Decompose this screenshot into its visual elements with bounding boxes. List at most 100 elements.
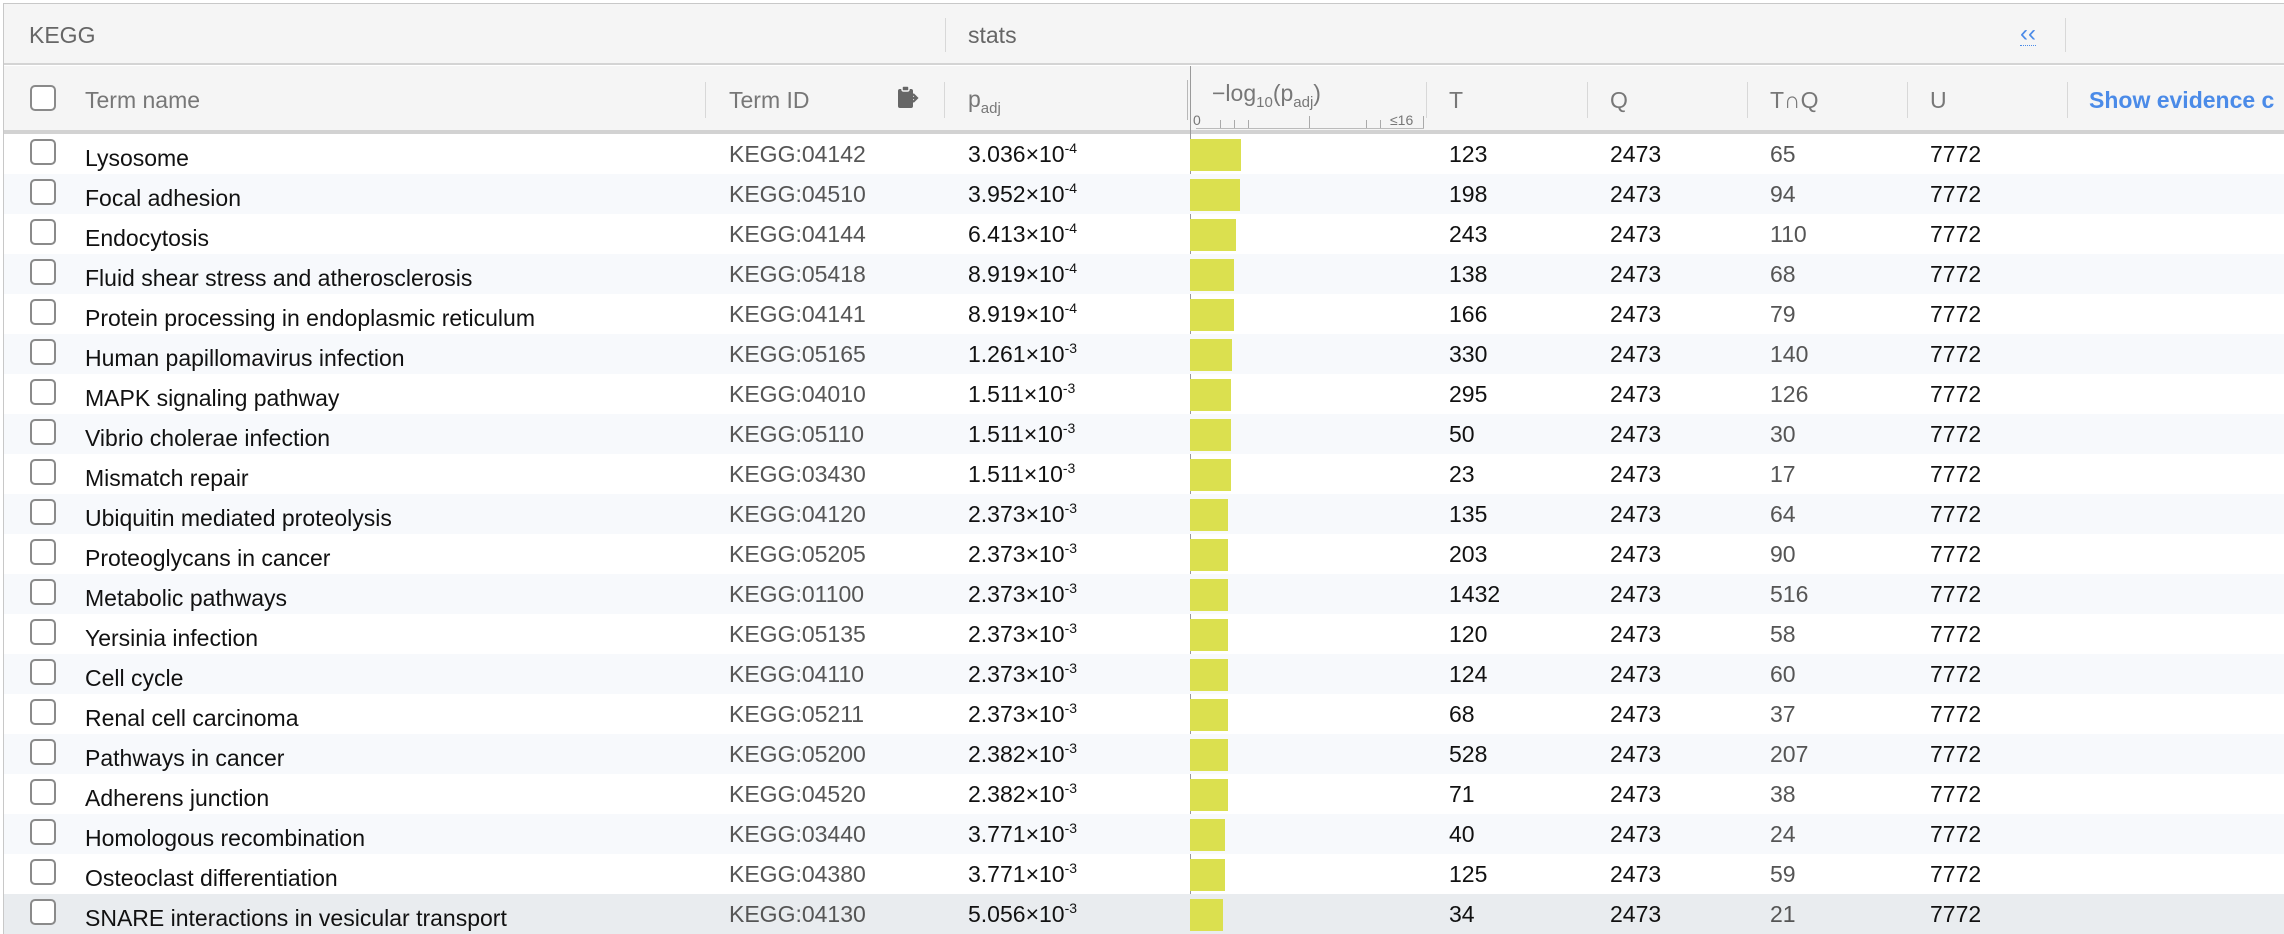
table-row[interactable]: Focal adhesion KEGG:04510 3.952×10-4 198 247… xyxy=(4,174,2284,214)
row-checkbox[interactable] xyxy=(30,379,56,405)
q-value: 2473 xyxy=(1610,701,1662,727)
neglog-padj-bar xyxy=(1190,579,1228,611)
row-checkbox[interactable] xyxy=(30,699,56,725)
term-id[interactable]: KEGG:04141 xyxy=(729,301,866,328)
term-id[interactable]: KEGG:05418 xyxy=(729,261,866,288)
table-row[interactable]: MAPK signaling pathway KEGG:04010 1.511×10… xyxy=(4,374,2284,414)
collapse-columns-icon[interactable]: ‹‹ xyxy=(2020,22,2036,46)
tq-value: 110 xyxy=(1770,221,1807,247)
table-row[interactable]: Cell cycle KEGG:04110 2.373×10-3 124 2473 60 7… xyxy=(4,654,2284,694)
term-id[interactable]: KEGG:04520 xyxy=(729,781,866,808)
table-row[interactable]: Yersinia infection KEGG:05135 2.373×10-3 12… xyxy=(4,614,2284,654)
q-value: 2473 xyxy=(1610,141,1662,167)
axis-tick xyxy=(1220,120,1221,128)
term-id[interactable]: KEGG:03440 xyxy=(729,821,866,848)
row-checkbox[interactable] xyxy=(30,899,56,925)
table-row[interactable]: Metabolic pathways KEGG:01100 2.373×10-3 14… xyxy=(4,574,2284,614)
clipboard-icon[interactable] xyxy=(894,84,920,117)
table-row[interactable]: Homologous recombination KEGG:03440 3.771×… xyxy=(4,814,2284,854)
term-id[interactable]: KEGG:04510 xyxy=(729,181,866,208)
group-divider xyxy=(945,18,946,52)
t-value: 40 xyxy=(1449,821,1475,847)
table-row[interactable]: Renal cell carcinoma KEGG:05211 2.373×10-3… xyxy=(4,694,2284,734)
row-checkbox[interactable] xyxy=(30,859,56,885)
padj-value: 6.413×10-4 xyxy=(968,220,1078,247)
term-id[interactable]: KEGG:05205 xyxy=(729,541,866,568)
term-id-header[interactable]: Term ID xyxy=(729,87,810,114)
u-header[interactable]: U xyxy=(1930,87,1947,114)
row-checkbox[interactable] xyxy=(30,259,56,285)
table-row[interactable]: Pathways in cancer KEGG:05200 2.382×10-3 52… xyxy=(4,734,2284,774)
term-id[interactable]: KEGG:05211 xyxy=(729,701,864,728)
table-row[interactable]: Adherens junction KEGG:04520 2.382×10-3 71 2… xyxy=(4,774,2284,814)
row-checkbox[interactable] xyxy=(30,499,56,525)
t-value: 1432 xyxy=(1449,581,1501,607)
row-checkbox[interactable] xyxy=(30,539,56,565)
term-id[interactable]: KEGG:05165 xyxy=(729,341,866,368)
select-all-checkbox[interactable] xyxy=(30,85,56,111)
term-id[interactable]: KEGG:04144 xyxy=(729,221,866,248)
row-checkbox[interactable] xyxy=(30,579,56,605)
term-name-header[interactable]: Term name xyxy=(85,87,200,114)
tq-value: 58 xyxy=(1770,621,1796,647)
table-row[interactable]: Endocytosis KEGG:04144 6.413×10-4 243 2473 11… xyxy=(4,214,2284,254)
term-id[interactable]: KEGG:05200 xyxy=(729,741,866,768)
term-id[interactable]: KEGG:04120 xyxy=(729,501,866,528)
table-row[interactable]: Fluid shear stress and atherosclerosis KE… xyxy=(4,254,2284,294)
t-header[interactable]: T xyxy=(1449,87,1463,114)
t-value: 295 xyxy=(1449,381,1488,407)
row-checkbox[interactable] xyxy=(30,819,56,845)
term-id[interactable]: KEGG:04010 xyxy=(729,381,866,408)
term-id[interactable]: KEGG:04110 xyxy=(729,661,864,688)
table-row[interactable]: SNARE interactions in vesicular transpor… xyxy=(4,894,2284,934)
neglog-padj-header[interactable]: −log10(padj) 0 ≤16 xyxy=(1190,70,1426,130)
table-row[interactable]: Protein processing in endoplasmic reticu… xyxy=(4,294,2284,334)
table-row[interactable]: Lysosome KEGG:04142 3.036×10-4 123 2473 65 777… xyxy=(4,134,2284,174)
row-checkbox[interactable] xyxy=(30,659,56,685)
tq-header[interactable]: T∩Q xyxy=(1770,87,1818,114)
row-checkbox[interactable] xyxy=(30,459,56,485)
row-checkbox[interactable] xyxy=(30,739,56,765)
table-row[interactable]: Osteoclast differentiation KEGG:04380 3.77… xyxy=(4,854,2284,894)
term-id[interactable]: KEGG:04142 xyxy=(729,141,866,168)
row-checkbox[interactable] xyxy=(30,179,56,205)
row-checkbox[interactable] xyxy=(30,219,56,245)
tq-value: 21 xyxy=(1770,901,1796,927)
row-checkbox[interactable] xyxy=(30,619,56,645)
table-row[interactable]: Human papillomavirus infection KEGG:05165… xyxy=(4,334,2284,374)
term-id[interactable]: KEGG:05110 xyxy=(729,421,864,448)
term-id[interactable]: KEGG:05135 xyxy=(729,621,866,648)
row-checkbox[interactable] xyxy=(30,339,56,365)
q-header[interactable]: Q xyxy=(1610,87,1628,114)
table-row[interactable]: Vibrio cholerae infection KEGG:05110 1.511… xyxy=(4,414,2284,454)
u-value: 7772 xyxy=(1930,901,1982,927)
padj-value: 5.056×10-3 xyxy=(968,900,1078,927)
t-value: 124 xyxy=(1449,661,1488,687)
q-value: 2473 xyxy=(1610,221,1662,247)
row-checkbox[interactable] xyxy=(30,299,56,325)
term-id[interactable]: KEGG:04130 xyxy=(729,901,866,928)
u-value: 7772 xyxy=(1930,701,1982,727)
term-id[interactable]: KEGG:01100 xyxy=(729,581,864,608)
table-row[interactable]: Ubiquitin mediated proteolysis KEGG:04120… xyxy=(4,494,2284,534)
padj-header[interactable]: padj xyxy=(968,86,1001,117)
u-value: 7772 xyxy=(1930,421,1982,447)
column-divider xyxy=(1187,80,1188,120)
tq-value: 516 xyxy=(1770,581,1809,607)
neglog-padj-bar xyxy=(1190,659,1228,691)
q-value: 2473 xyxy=(1610,861,1662,887)
show-evidence-link[interactable]: Show evidence c xyxy=(2089,87,2274,114)
table-row[interactable]: Proteoglycans in cancer KEGG:05205 2.373×1… xyxy=(4,534,2284,574)
row-checkbox[interactable] xyxy=(30,139,56,165)
neglog-padj-bar xyxy=(1190,619,1228,651)
q-value: 2473 xyxy=(1610,581,1662,607)
term-id[interactable]: KEGG:03430 xyxy=(729,461,866,488)
t-value: 123 xyxy=(1449,141,1488,167)
table-row[interactable]: Mismatch repair KEGG:03430 1.511×10-3 23 247… xyxy=(4,454,2284,494)
row-checkbox[interactable] xyxy=(30,779,56,805)
u-value: 7772 xyxy=(1930,141,1982,167)
tq-value: 17 xyxy=(1770,461,1796,487)
term-id[interactable]: KEGG:04380 xyxy=(729,861,866,888)
row-checkbox[interactable] xyxy=(30,419,56,445)
term-name: Focal adhesion xyxy=(85,185,241,211)
